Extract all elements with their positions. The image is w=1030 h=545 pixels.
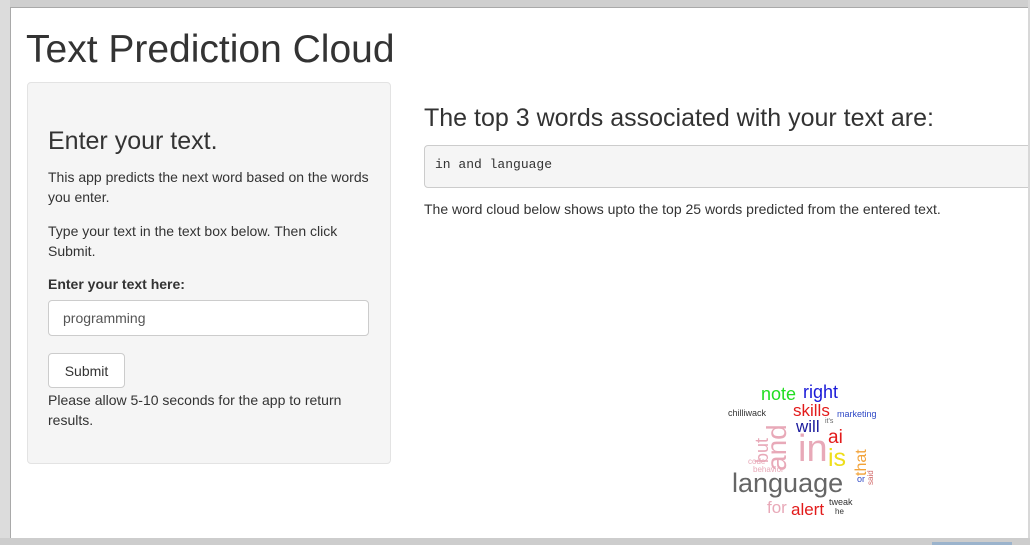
window-frame-left [0, 0, 10, 545]
input-panel: Enter your text. This app predicts the n… [27, 82, 391, 464]
submit-button[interactable]: Submit [48, 353, 125, 388]
app-description: This app predicts the next word based on… [48, 169, 369, 205]
prediction-result: in and language [424, 145, 1028, 188]
wait-note: Please allow 5-10 seconds for the app to… [48, 392, 342, 428]
cloud-word: it's [825, 418, 834, 425]
window-frame-bottom [0, 538, 1030, 545]
cloud-word: or [857, 474, 866, 484]
cloud-word: right [803, 382, 839, 402]
cloud-word: for [767, 498, 787, 517]
cloud-word: chilliwack [728, 408, 767, 418]
word-cloud: note right skills marketing chilliwack i… [721, 378, 891, 518]
app-viewport: Text Prediction Cloud Enter your text. T… [10, 7, 1028, 538]
text-input[interactable] [48, 300, 369, 336]
cloud-word: in [798, 428, 828, 470]
app-instruction: Type your text in the text box below. Th… [48, 223, 338, 259]
cloud-word: tweak [829, 497, 853, 507]
window-frame-top [0, 0, 1030, 7]
cloud-word: alert [791, 500, 825, 519]
cloud-word: said [866, 470, 875, 485]
page-title: Text Prediction Cloud [26, 28, 395, 71]
input-panel-heading: Enter your text. [48, 127, 218, 155]
results-heading: The top 3 words associated with your tex… [424, 104, 934, 132]
cloud-word: he [835, 507, 844, 516]
cloud-word: note [761, 384, 797, 404]
text-input-label: Enter your text here: [48, 276, 185, 292]
cloud-word: marketing [837, 409, 877, 419]
word-cloud-description: The word cloud below shows upto the top … [424, 201, 941, 217]
cloud-word: language [732, 468, 844, 498]
